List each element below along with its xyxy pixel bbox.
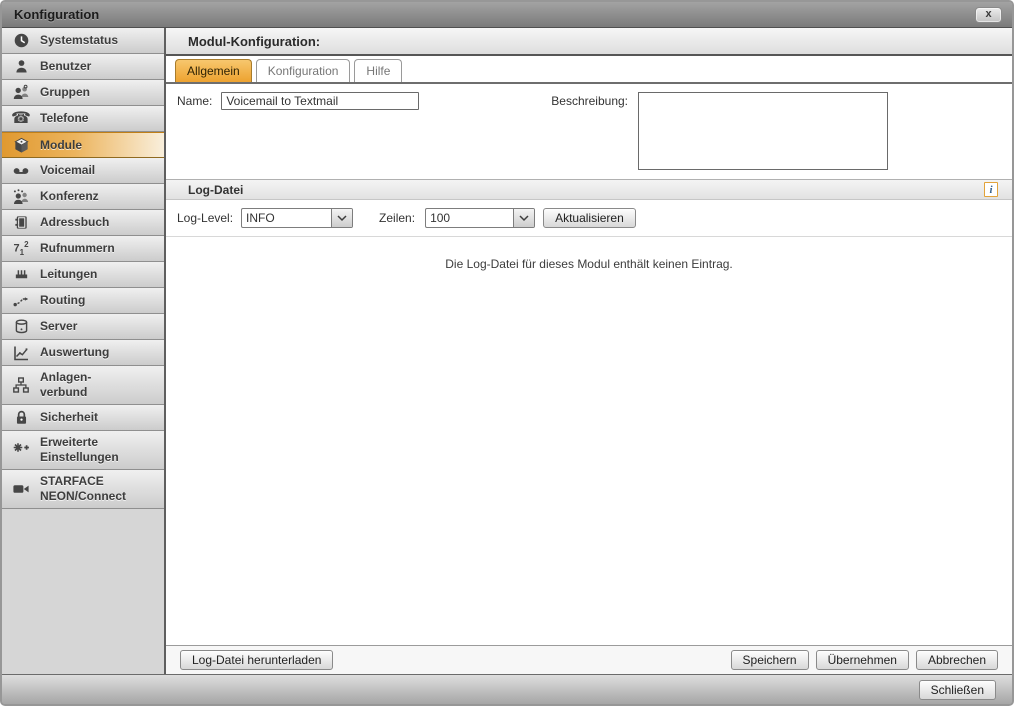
sidebar-item-module[interactable]: Module: [2, 132, 164, 158]
lines-value: 100: [426, 209, 513, 227]
tab-content: Name: Beschreibung: Log-Datei i Log-Leve…: [166, 84, 1012, 674]
sidebar: Systemstatus Benutzer Gruppen ☎ Telefone: [2, 28, 166, 674]
log-level-value: INFO: [242, 209, 331, 227]
sidebar-item-adressbuch[interactable]: Adressbuch: [2, 210, 164, 236]
sidebar-item-rufnummern[interactable]: 712 Rufnummern: [2, 236, 164, 262]
sidebar-item-konferenz[interactable]: Konferenz: [2, 184, 164, 210]
log-section-title: Log-Datei: [188, 183, 243, 197]
main-header: Modul-Konfiguration:: [166, 28, 1012, 56]
sidebar-item-starface-neon[interactable]: STARFACE NEON/Connect: [2, 470, 164, 509]
sidebar-item-label: STARFACE NEON/Connect: [40, 474, 126, 504]
save-button[interactable]: Speichern: [731, 650, 809, 670]
sidebar-item-label: Leitungen: [40, 267, 97, 282]
sidebar-item-label: Gruppen: [40, 85, 90, 100]
conference-icon: [9, 188, 33, 206]
close-button[interactable]: Schließen: [919, 680, 996, 700]
sidebar-item-leitungen[interactable]: Leitungen: [2, 262, 164, 288]
routing-icon: [9, 292, 33, 310]
download-log-button[interactable]: Log-Datei herunterladen: [180, 650, 333, 670]
sidebar-item-label: Systemstatus: [40, 33, 118, 48]
sidebar-filler: [2, 509, 164, 674]
log-level-label: Log-Level:: [177, 211, 233, 225]
log-section-header: Log-Datei i: [166, 179, 1012, 200]
sidebar-item-telefone[interactable]: ☎ Telefone: [2, 106, 164, 132]
configuration-window: Konfiguration x Systemstatus Benutzer: [0, 0, 1014, 706]
info-icon[interactable]: i: [984, 182, 998, 197]
cube-icon: [9, 137, 33, 154]
sidebar-item-label: Rufnummern: [40, 241, 115, 256]
video-camera-icon: [9, 480, 33, 498]
sidebar-item-label: Benutzer: [40, 59, 91, 74]
sidebar-item-erweiterte-einstellungen[interactable]: Erweiterte Einstellungen: [2, 431, 164, 470]
name-input[interactable]: [221, 92, 419, 110]
clock-icon: [9, 32, 33, 49]
sidebar-item-label: Adressbuch: [40, 215, 109, 230]
window-footer: Schließen: [2, 674, 1012, 704]
sidebar-item-gruppen[interactable]: Gruppen: [2, 80, 164, 106]
users-group-icon: [9, 84, 33, 102]
sidebar-item-label: Konferenz: [40, 189, 99, 204]
page-title: Modul-Konfiguration:: [188, 34, 320, 49]
network-icon: [9, 376, 33, 394]
voicemail-icon: [9, 162, 33, 180]
server-icon: [9, 318, 33, 335]
close-icon: x: [985, 9, 991, 20]
log-controls: Log-Level: INFO Zeilen: 100 Ak: [166, 200, 1012, 237]
sidebar-item-label: Telefone: [40, 111, 88, 126]
sidebar-item-label: Routing: [40, 293, 85, 308]
refresh-button[interactable]: Aktualisieren: [543, 208, 636, 228]
numbers-icon: 712: [9, 241, 33, 257]
log-level-select[interactable]: INFO: [241, 208, 353, 228]
sidebar-item-sicherheit[interactable]: Sicherheit: [2, 405, 164, 431]
apply-button[interactable]: Übernehmen: [816, 650, 909, 670]
lines-select[interactable]: 100: [425, 208, 535, 228]
tab-allgemein[interactable]: Allgemein: [175, 59, 252, 82]
cancel-button[interactable]: Abbrechen: [916, 650, 998, 670]
window-body: Systemstatus Benutzer Gruppen ☎ Telefone: [2, 28, 1012, 674]
main-panel: Modul-Konfiguration: Allgemein Konfigura…: [166, 28, 1012, 674]
description-textarea[interactable]: [638, 92, 888, 170]
window-close-button[interactable]: x: [975, 7, 1002, 23]
lines-comb-icon: [9, 266, 33, 283]
lock-icon: [9, 409, 33, 426]
tab-konfiguration[interactable]: Konfiguration: [256, 59, 351, 82]
tab-strip: Allgemein Konfiguration Hilfe: [166, 56, 1012, 84]
sidebar-item-systemstatus[interactable]: Systemstatus: [2, 28, 164, 54]
window-title: Konfiguration: [14, 7, 99, 22]
sidebar-item-label: Auswertung: [40, 345, 109, 360]
gear-plus-icon: [9, 441, 33, 459]
chevron-down-icon: [513, 209, 534, 227]
sidebar-item-benutzer[interactable]: Benutzer: [2, 54, 164, 80]
log-empty-message: Die Log-Datei für dieses Modul enthält k…: [166, 257, 1012, 271]
sidebar-item-label: Erweiterte Einstellungen: [40, 435, 119, 465]
titlebar: Konfiguration x: [2, 2, 1012, 28]
sidebar-item-voicemail[interactable]: Voicemail: [2, 158, 164, 184]
action-row: Log-Datei herunterladen Speichern Überne…: [166, 645, 1012, 674]
sidebar-item-label: Anlagen- verbund: [40, 370, 91, 400]
sidebar-item-label: Voicemail: [40, 163, 95, 178]
chart-icon: [9, 344, 33, 362]
chevron-down-icon: [331, 209, 352, 227]
phone-icon: ☎: [9, 111, 33, 127]
sidebar-item-label: Sicherheit: [40, 410, 98, 425]
tab-hilfe[interactable]: Hilfe: [354, 59, 402, 82]
sidebar-item-label: Module: [40, 138, 82, 153]
sidebar-item-routing[interactable]: Routing: [2, 288, 164, 314]
content-filler: [166, 271, 1012, 645]
sidebar-item-label: Server: [40, 319, 77, 334]
general-form: Name: Beschreibung:: [166, 84, 1012, 179]
sidebar-item-anlagenverbund[interactable]: Anlagen- verbund: [2, 366, 164, 405]
lines-label: Zeilen:: [379, 211, 415, 225]
address-book-icon: [9, 214, 33, 231]
description-label: Beschreibung:: [551, 92, 628, 108]
user-icon: [9, 58, 33, 75]
sidebar-item-auswertung[interactable]: Auswertung: [2, 340, 164, 366]
name-label: Name:: [177, 92, 212, 108]
sidebar-item-server[interactable]: Server: [2, 314, 164, 340]
